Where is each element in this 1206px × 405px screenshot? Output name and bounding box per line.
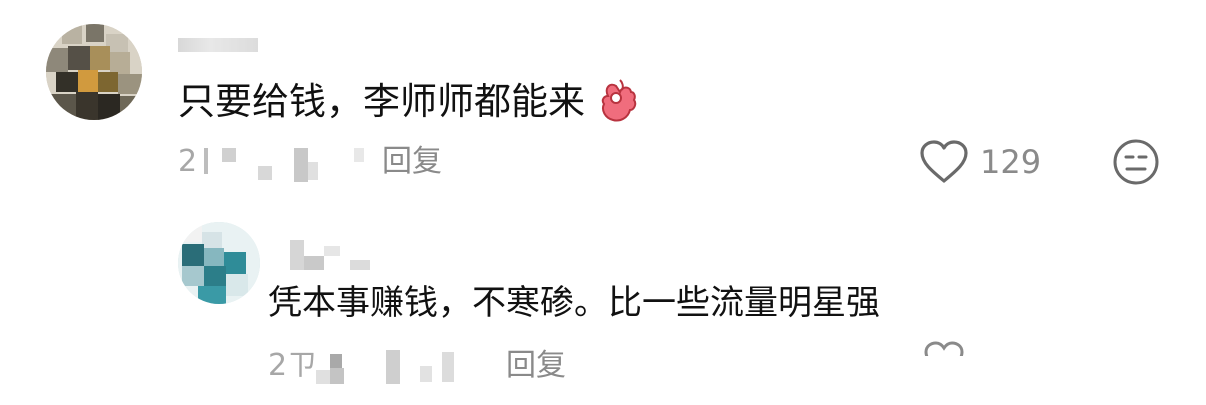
redacted-date-block <box>330 368 344 384</box>
redacted-date-block <box>330 354 342 368</box>
redacted-date-block <box>316 370 330 384</box>
replier-username-redacted[interactable] <box>290 236 390 270</box>
redacted-date-block <box>222 148 236 162</box>
commenter-avatar[interactable] <box>46 24 142 120</box>
comment-text: 只要给钱，李师师都能来 <box>178 80 585 123</box>
commenter-username-redacted[interactable] <box>178 38 258 52</box>
reply-meta: 2ㄗ 回复 <box>268 346 566 386</box>
heart-outline-icon[interactable] <box>922 340 966 356</box>
meh-face-icon[interactable] <box>1112 138 1160 186</box>
replier-avatar[interactable] <box>178 222 260 304</box>
reply-button[interactable]: 回复 <box>382 142 442 182</box>
comment-meta: 2 回复 <box>178 142 442 182</box>
redacted-date-block <box>442 352 454 382</box>
comment-date: 2 <box>178 144 198 179</box>
redacted-date-block <box>204 148 208 174</box>
like-count: 129 <box>980 143 1042 181</box>
reply-text: 凭本事赚钱，不寒碜。比一些流量明星强 <box>268 283 880 323</box>
redacted-date-block <box>354 148 364 162</box>
heart-outline-icon[interactable] <box>918 139 970 185</box>
reply-button[interactable]: 回复 <box>506 346 566 386</box>
redacted-date-block <box>294 148 308 182</box>
redacted-date-block <box>258 166 272 180</box>
reply-date: 2ㄗ <box>268 348 318 383</box>
redacted-date-block <box>420 366 432 382</box>
redacted-date-block <box>308 162 318 180</box>
ok-hand-icon <box>598 78 638 124</box>
redacted-date-block <box>386 350 400 384</box>
